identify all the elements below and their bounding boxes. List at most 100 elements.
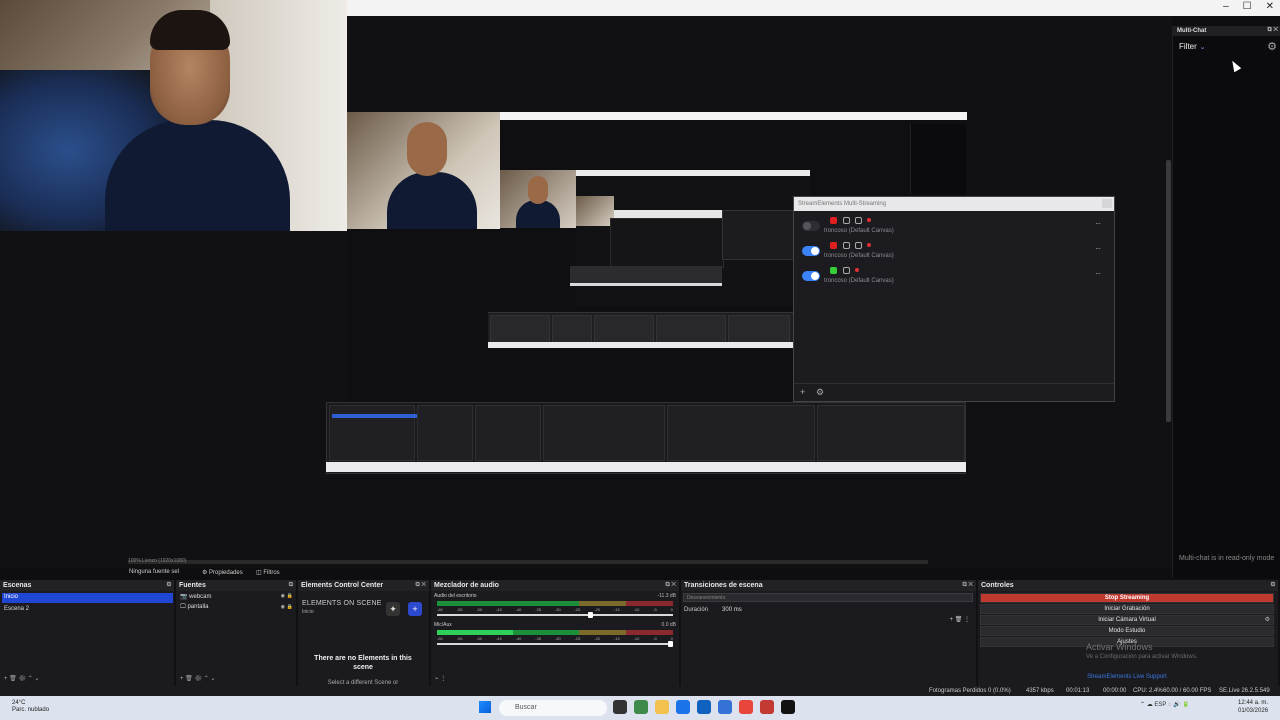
lock-icon[interactable]: 🔒 (287, 604, 293, 610)
more-options-icon[interactable]: ··· (1095, 219, 1101, 228)
more-options-icon[interactable]: ··· (1095, 269, 1101, 278)
add-target-button[interactable]: + (800, 387, 805, 397)
scene-toolbar[interactable]: + 🗑 ⚙ ⌃ ⌄ (0, 675, 174, 684)
close-icon[interactable]: ⧉ ✕ (1267, 27, 1278, 34)
eye-icon[interactable]: ◉ (281, 604, 285, 610)
sources-dock: Fuentes ⧉ 📷 webcam ◉ 🔒 🖵 pantalla ◉ 🔒 + 🗑 ⚙… (176, 580, 298, 686)
meter-tick: -50 (476, 636, 483, 641)
gear-icon[interactable]: ⚙ (816, 387, 824, 398)
meter-tick: -35 (535, 636, 542, 641)
gear-icon[interactable]: ⚙ (1265, 616, 1270, 624)
meter-tick: -60 (437, 636, 443, 641)
empty-message: There are no Elements in this scene (314, 655, 412, 671)
live-dot-icon (867, 218, 871, 222)
scene-item[interactable]: Escena 2 (2, 605, 173, 615)
system-tray[interactable]: ⌃ ☁ ESP ◌ 🔊 🔋 (1140, 701, 1190, 708)
clock[interactable]: 12:44 a. m. 01/03/2026 (1238, 699, 1268, 715)
stream-target-row[interactable]: troncoso (Default Canvas) ··· (800, 267, 1108, 291)
minimize-icon[interactable]: – (1223, 1, 1229, 12)
eye-icon[interactable]: ◉ (281, 593, 285, 599)
monitor-icon (843, 267, 850, 274)
source-item[interactable]: 📷 webcam ◉ 🔒 (180, 593, 295, 603)
preview-scrollbar[interactable] (1166, 160, 1171, 422)
app-icon[interactable] (697, 700, 711, 714)
meter-tick: 0 (670, 607, 673, 612)
magic-icon[interactable]: ✦ (386, 602, 400, 616)
volume-meter (437, 630, 673, 635)
dock-header: Fuentes ⧉ (176, 580, 296, 591)
transition-select[interactable]: Desvanecimiento (683, 593, 973, 602)
meter-tick: -50 (476, 607, 483, 612)
studio-mode-button[interactable]: Modo Estudio (980, 626, 1274, 636)
virtual-camera-button[interactable]: Iniciar Cámara Virtual ⚙ (980, 615, 1274, 625)
stream-target-row[interactable]: troncoso (Default Canvas) ··· (800, 242, 1108, 266)
tab-properties[interactable]: ⚙ Propiedades (202, 569, 243, 576)
mixer-toolbar[interactable]: ⌁ ⋮ (431, 675, 679, 684)
meter-tick: -20 (594, 607, 601, 612)
stream-toggle[interactable] (802, 221, 820, 231)
duration-input[interactable]: 300 ms (722, 607, 742, 613)
camera-icon: 📷 (180, 594, 188, 600)
preview-hscrollbar[interactable] (128, 560, 928, 564)
stop-streaming-button[interactable]: Stop Streaming (980, 593, 1274, 603)
dock-menu-icon[interactable]: ⧉ (1271, 582, 1275, 589)
youtube-icon (830, 242, 837, 249)
weather-widget[interactable]: 24°C Parc. nublado (12, 700, 49, 714)
file-explorer-icon[interactable] (655, 700, 669, 714)
more-options-icon[interactable]: ··· (1095, 244, 1101, 253)
lock-icon[interactable]: 🔒 (287, 593, 293, 599)
gear-icon[interactable]: ⚙ (1267, 40, 1277, 53)
task-view-icon[interactable] (613, 700, 627, 714)
fps: 60.00 / 60.00 FPS (1163, 688, 1212, 694)
meter-tick: -55 (456, 636, 463, 641)
meter-tick: -25 (574, 636, 581, 641)
dock-menu-icon[interactable]: ⧉ ✕ (665, 582, 676, 589)
live-dot-icon (855, 268, 859, 272)
slider-knob[interactable] (668, 641, 673, 647)
dock-menu-icon[interactable]: ⧉ ✕ (962, 582, 973, 589)
taskbar-apps (613, 700, 795, 714)
ecc-scene-name: Inicio (302, 609, 314, 615)
filter-dropdown[interactable]: Filter ⌄ (1179, 42, 1206, 51)
scene-item[interactable]: Inicio (2, 593, 173, 603)
windows-taskbar: 24°C Parc. nublado Buscar ⌃ ☁ ESP ◌ 🔊 🔋 … (0, 696, 1280, 720)
audio-mixer-dock: Mezclador de audio ⧉ ✕ Audio del escritor… (431, 580, 681, 686)
volume-slider[interactable] (437, 612, 673, 618)
channel-label: Mic/Aux (434, 622, 452, 628)
windows-start-icon[interactable] (479, 701, 491, 713)
tab-filters[interactable]: ◫ Filtros (256, 569, 280, 576)
streamelements-icon[interactable] (760, 700, 774, 714)
source-item[interactable]: 🖵 pantalla ◉ 🔒 (180, 604, 295, 614)
docks-area: Escenas ⧉ Inicio Escena 2 + 🗑 ⚙ ⌃ ⌄ Fuent… (0, 580, 1280, 686)
live-support-link[interactable]: StreamElements Live Support (980, 674, 1274, 683)
volume-slider[interactable] (437, 641, 673, 647)
stream-toggle[interactable] (802, 271, 820, 281)
mail-icon[interactable] (718, 700, 732, 714)
start-recording-button[interactable]: Iniciar Grabación (980, 604, 1274, 614)
close-icon[interactable]: ✕ (1266, 1, 1274, 12)
meter-tick: -25 (574, 607, 581, 612)
transition-toolbar[interactable]: + 🗑 ⋮ (950, 616, 970, 623)
obs-icon[interactable] (781, 700, 795, 714)
meter-tick: -40 (515, 636, 522, 641)
dock-menu-icon[interactable]: ⧉ ✕ (415, 582, 426, 589)
transitions-dock: Transiciones de escena ⧉ ✕ Desvanecimient… (681, 580, 978, 686)
close-icon[interactable] (1102, 199, 1112, 208)
maximize-icon[interactable]: ☐ (1243, 1, 1252, 12)
taskbar-search[interactable]: Buscar (499, 700, 607, 716)
stream-target-row[interactable]: troncoso (Default Canvas) ··· (800, 217, 1108, 241)
chrome-icon[interactable] (739, 700, 753, 714)
activate-windows-hint: Ve a Configuración para activar Windows. (1086, 654, 1198, 660)
add-element-button[interactable]: + (408, 602, 422, 616)
edge-icon[interactable] (676, 700, 690, 714)
meter-tick: -45 (495, 636, 502, 641)
source-toolbar[interactable]: + 🗑 ⚙ ⌃ ⌄ (176, 675, 296, 684)
meter-ticks: -60 -55 -50 -45 -40 -35 -30 -25 -20 -15 -10 -5 0 (437, 607, 673, 612)
dock-menu-icon[interactable]: ⧉ (289, 582, 293, 589)
meter-tick: -10 (633, 607, 640, 612)
bitrate: 4357 kbps (1026, 688, 1054, 694)
dock-menu-icon[interactable]: ⧉ (167, 582, 171, 589)
stream-toggle[interactable] (802, 246, 820, 256)
app-icon[interactable] (634, 700, 648, 714)
slider-knob[interactable] (587, 612, 593, 618)
